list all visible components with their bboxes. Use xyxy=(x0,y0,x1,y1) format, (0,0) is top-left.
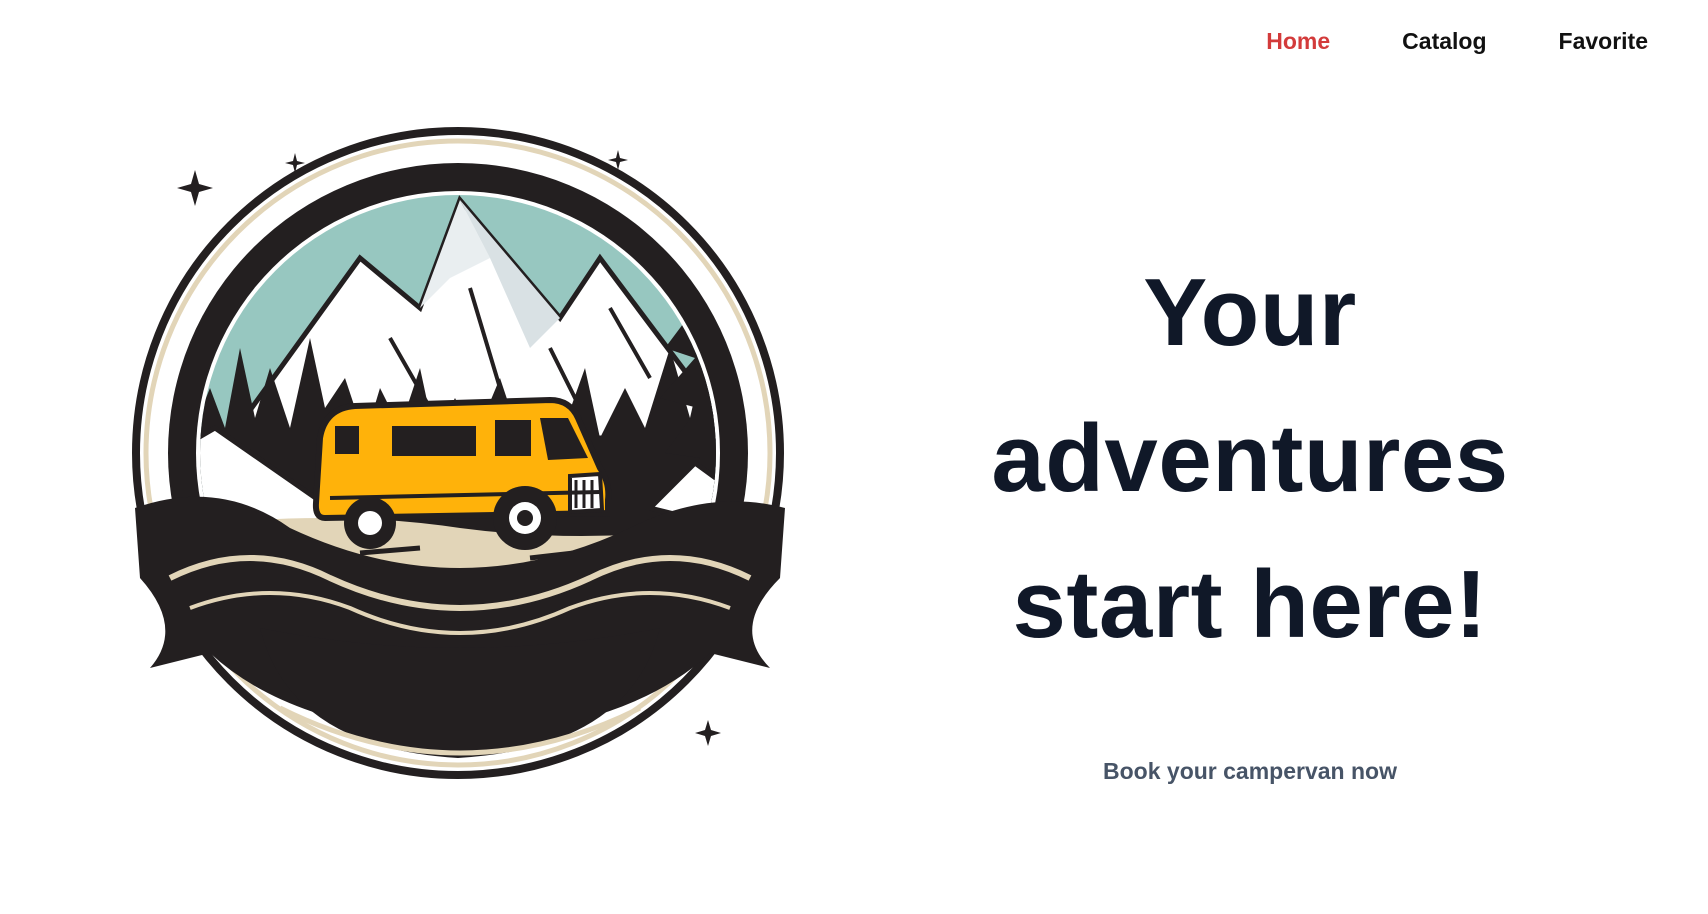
hero-title: Your adventures start here! xyxy=(960,240,1540,678)
hero-title-line-1: Your xyxy=(1143,259,1357,366)
sparkle-star-icon xyxy=(695,720,721,746)
campervan-mountain-logo xyxy=(130,108,880,858)
main-nav: Home Catalog Favorite xyxy=(1194,28,1648,55)
hero-title-line-3: start here! xyxy=(1012,551,1488,658)
page: Home Catalog Favorite Your adventures st… xyxy=(0,0,1708,914)
nav-link-favorite[interactable]: Favorite xyxy=(1559,28,1648,55)
nav-link-home[interactable]: Home xyxy=(1266,28,1330,55)
hero-subtitle: Book your campervan now xyxy=(1103,758,1397,784)
hero-section: Your adventures start here! Book your ca… xyxy=(960,240,1540,785)
sparkle-star-icon xyxy=(177,170,213,206)
nav-link-catalog[interactable]: Catalog xyxy=(1402,28,1486,55)
hero-title-line-2: adventures xyxy=(991,405,1509,512)
